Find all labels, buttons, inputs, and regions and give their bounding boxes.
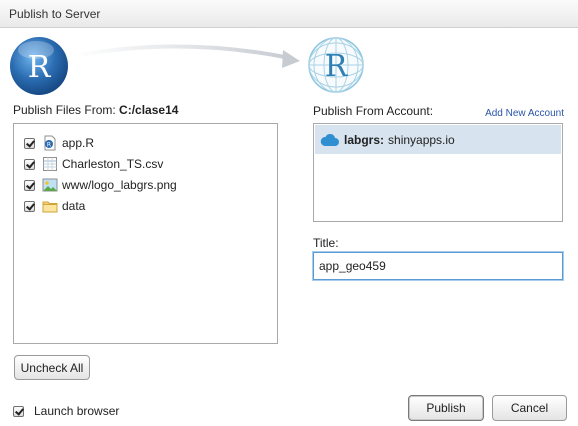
file-item-png[interactable]: www/logo_labgrs.png (24, 175, 177, 195)
publish-hero: R R (0, 28, 578, 98)
folder-icon (42, 201, 58, 213)
window-titlebar: Publish to Server (0, 0, 578, 28)
cloud-icon (320, 133, 339, 146)
source-path: C:/clase14 (119, 103, 179, 117)
file-name: data (62, 199, 86, 213)
file-item-app-r[interactable]: R app.R (24, 133, 94, 153)
title-label: Title: (313, 236, 339, 250)
window-title: Publish to Server (9, 7, 101, 21)
file-list[interactable]: R app.R Charleston_TS.csv www/logo_labgr… (13, 123, 278, 344)
file-item-data-folder[interactable]: data (24, 196, 85, 216)
account-name: labgrs: (344, 132, 385, 147)
launch-browser-label: Launch browser (34, 404, 120, 418)
uncheck-all-button[interactable]: Uncheck All (14, 355, 90, 380)
svg-text:R: R (325, 49, 349, 84)
source-label: Publish Files From: C:/clase14 (13, 103, 179, 117)
arrow-icon (72, 44, 300, 68)
launch-browser-checkbox[interactable] (13, 405, 24, 417)
file-name: app.R (62, 136, 95, 150)
title-input[interactable] (313, 252, 563, 280)
file-checkbox[interactable] (24, 179, 35, 191)
publish-button[interactable]: Publish (408, 395, 484, 421)
image-file-icon (42, 178, 58, 192)
r-file-icon: R (44, 135, 56, 151)
csv-file-icon (43, 157, 57, 171)
add-new-account-link[interactable]: Add New Account (485, 108, 564, 119)
svg-text:R: R (47, 142, 51, 149)
shinyapps-globe-icon: R (308, 37, 364, 93)
file-name: Charleston_TS.csv (62, 157, 164, 171)
r-logo-icon: R (10, 37, 68, 95)
cancel-button[interactable]: Cancel (492, 395, 567, 421)
file-checkbox[interactable] (24, 200, 35, 212)
launch-browser-option[interactable]: Launch browser (13, 404, 119, 418)
svg-text:R: R (28, 50, 52, 85)
account-label: Publish From Account: (313, 104, 434, 118)
file-item-csv[interactable]: Charleston_TS.csv (24, 154, 163, 174)
account-item[interactable]: labgrs: shinyapps.io (315, 125, 561, 154)
account-server: shinyapps.io (388, 132, 455, 147)
account-list[interactable]: labgrs: shinyapps.io (313, 123, 563, 222)
file-name: www/logo_labgrs.png (62, 178, 177, 192)
file-checkbox[interactable] (24, 137, 35, 149)
file-checkbox[interactable] (24, 158, 35, 170)
